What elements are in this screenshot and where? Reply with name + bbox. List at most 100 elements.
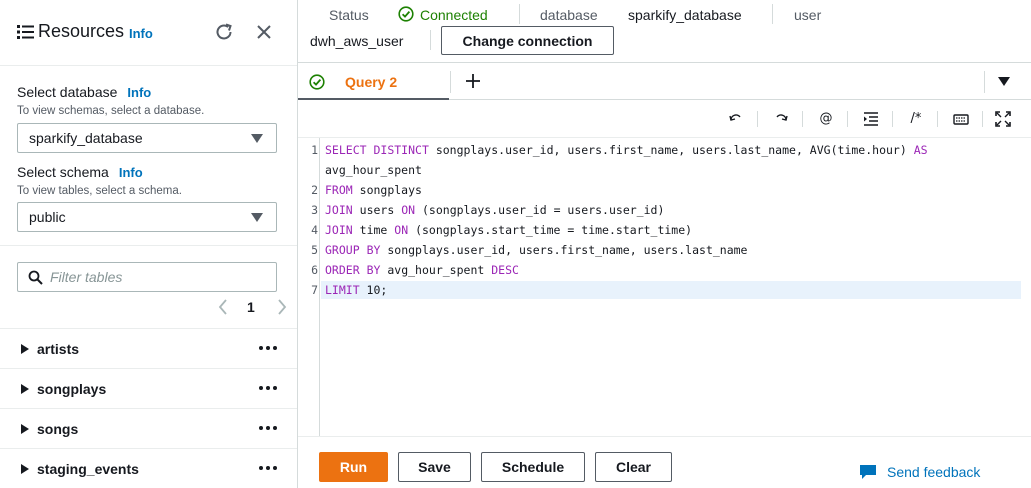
divider xyxy=(892,111,893,127)
divider xyxy=(519,4,520,24)
caret-right-icon[interactable] xyxy=(21,344,29,354)
table-item-staging-events[interactable]: staging_events xyxy=(0,448,297,488)
filter-tables-input[interactable] xyxy=(50,268,260,286)
refresh-icon[interactable] xyxy=(213,21,235,43)
select-database-label-text: Select database xyxy=(17,84,118,100)
active-line-highlight xyxy=(321,281,1021,299)
more-actions-icon[interactable] xyxy=(258,461,278,475)
divider xyxy=(0,245,297,246)
indent-icon[interactable] xyxy=(860,108,882,130)
at-icon[interactable]: @ xyxy=(815,108,837,130)
caret-down-icon xyxy=(251,134,263,143)
table-item-artists[interactable]: artists xyxy=(0,328,297,368)
database-label: database xyxy=(540,7,598,23)
resources-header: Resources Info xyxy=(0,0,297,66)
keyboard-icon[interactable] xyxy=(950,108,972,130)
sql-code-line[interactable]: FROM songplays xyxy=(325,183,422,197)
query-tabs: Query 2 xyxy=(298,62,1031,100)
comment-icon[interactable]: /* xyxy=(905,108,927,130)
chevron-right-icon[interactable] xyxy=(276,298,288,316)
table-name[interactable]: songs xyxy=(37,421,78,437)
divider xyxy=(430,30,431,50)
feedback-speech-bubble-icon xyxy=(860,465,876,479)
line-number: 6 xyxy=(311,263,318,277)
undo-icon[interactable] xyxy=(725,108,747,130)
more-actions-icon[interactable] xyxy=(258,421,278,435)
editor-footer: Run Save Schedule Clear Send feedback xyxy=(298,436,1031,488)
resources-panel: Resources Info Select database Info To vi… xyxy=(0,0,298,488)
divider xyxy=(757,111,758,127)
sql-code-area[interactable]: SELECT DISTINCT songplays.user_id, users… xyxy=(321,138,1031,436)
send-feedback-link[interactable]: Send feedback xyxy=(859,463,999,483)
caret-right-icon[interactable] xyxy=(21,424,29,434)
schedule-button[interactable]: Schedule xyxy=(481,452,585,482)
select-database-label: Select database Info xyxy=(17,84,151,100)
more-actions-icon[interactable] xyxy=(258,341,278,355)
close-icon[interactable] xyxy=(254,22,274,42)
sql-code-line[interactable]: LIMIT 10; xyxy=(325,283,387,297)
sql-editor[interactable]: 1 2 3 4 5 6 7 SELECT DISTINCT songplays.… xyxy=(298,138,1031,436)
sql-code-line[interactable]: avg_hour_spent xyxy=(325,163,422,177)
change-connection-button[interactable]: Change connection xyxy=(441,26,614,55)
divider xyxy=(937,111,938,127)
divider xyxy=(982,111,983,127)
sql-code-line[interactable]: JOIN time ON (songplays.start_time = tim… xyxy=(325,223,692,237)
database-info-link[interactable]: Info xyxy=(127,85,151,100)
sql-code-line[interactable]: JOIN users ON (songplays.user_id = users… xyxy=(325,203,664,217)
divider xyxy=(450,71,451,93)
add-tab-icon[interactable] xyxy=(464,72,482,90)
sql-code-line[interactable]: ORDER BY avg_hour_spent DESC xyxy=(325,263,519,277)
line-number: 2 xyxy=(311,183,318,197)
fullscreen-icon[interactable] xyxy=(992,108,1014,130)
table-item-songplays[interactable]: songplays xyxy=(0,368,297,408)
caret-right-icon[interactable] xyxy=(21,384,29,394)
clear-button[interactable]: Clear xyxy=(595,452,672,482)
schema-info-link[interactable]: Info xyxy=(119,165,143,180)
tables-list: artists songplays songs staging_events xyxy=(0,328,297,488)
run-button[interactable]: Run xyxy=(319,452,388,482)
divider xyxy=(847,111,848,127)
line-number: 3 xyxy=(311,203,318,217)
table-name[interactable]: staging_events xyxy=(37,461,139,477)
table-item-songs[interactable]: songs xyxy=(0,408,297,448)
more-actions-icon[interactable] xyxy=(258,381,278,395)
chevron-left-icon[interactable] xyxy=(217,298,229,316)
line-number-gutter: 1 2 3 4 5 6 7 xyxy=(298,138,320,436)
query-editor-main: Status Connected database sparkify_datab… xyxy=(298,0,1031,488)
table-name[interactable]: songplays xyxy=(37,381,106,397)
schema-select-value: public xyxy=(29,209,66,225)
search-icon xyxy=(28,270,43,285)
send-feedback-label: Send feedback xyxy=(887,464,981,480)
check-circle-icon xyxy=(309,74,325,90)
caret-right-icon[interactable] xyxy=(21,464,29,474)
user-value: dwh_aws_user xyxy=(310,33,404,49)
tab-query-2[interactable]: Query 2 xyxy=(298,63,449,100)
status-value: Connected xyxy=(420,7,488,23)
divider xyxy=(802,111,803,127)
sql-code-line[interactable]: SELECT DISTINCT songplays.user_id, users… xyxy=(325,143,928,157)
editor-toolbar: @ /* xyxy=(298,100,1031,138)
tab-label: Query 2 xyxy=(345,74,398,90)
select-database-hint: To view schemas, select a database. xyxy=(17,105,205,117)
table-name[interactable]: artists xyxy=(37,341,79,357)
sql-code-line[interactable]: GROUP BY songplays.user_id, users.first_… xyxy=(325,243,747,257)
filter-tables-field[interactable] xyxy=(17,262,277,292)
database-select[interactable]: sparkify_database xyxy=(17,123,277,153)
status-label: Status xyxy=(329,7,369,23)
connection-status-bar: Status Connected database sparkify_datab… xyxy=(298,0,1031,62)
line-number: 7 xyxy=(311,283,318,297)
list-menu-icon xyxy=(17,25,34,39)
current-page-number[interactable]: 1 xyxy=(247,299,255,315)
redo-icon[interactable] xyxy=(770,108,792,130)
line-number: 4 xyxy=(311,223,318,237)
database-value: sparkify_database xyxy=(628,7,742,23)
database-select-value: sparkify_database xyxy=(29,130,143,146)
schema-select[interactable]: public xyxy=(17,202,277,232)
select-schema-label: Select schema Info xyxy=(17,164,143,180)
divider xyxy=(984,71,985,93)
line-number: 5 xyxy=(311,243,318,257)
save-button[interactable]: Save xyxy=(398,452,471,482)
resources-info-link[interactable]: Info xyxy=(129,26,153,41)
tab-menu-caret-icon[interactable] xyxy=(998,77,1010,86)
resources-title: Resources xyxy=(38,21,125,41)
